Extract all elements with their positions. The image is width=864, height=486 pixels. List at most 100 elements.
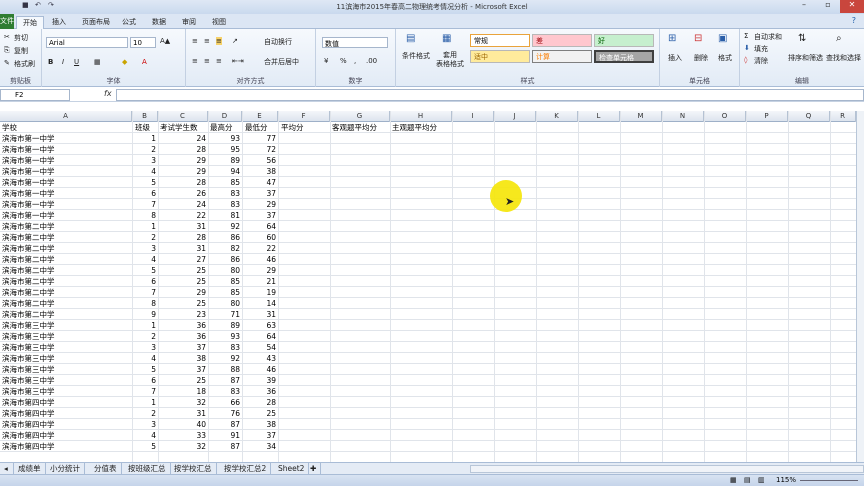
cell[interactable]: 36 [242, 386, 276, 397]
file-tab[interactable]: 文件 [0, 14, 14, 29]
cell[interactable]: 滨海市第三中学 [2, 331, 55, 342]
tab-page-layout[interactable]: 页面布局 [76, 16, 116, 29]
cell[interactable]: 滨海市第四中学 [2, 408, 55, 419]
align-center-icon[interactable]: ≡ [204, 57, 210, 65]
cell[interactable]: 5 [132, 177, 156, 188]
delete-cells-button[interactable]: 删除 [694, 53, 708, 63]
header-cell[interactable]: 主观题平均分 [392, 122, 437, 133]
cell[interactable]: 28 [158, 144, 206, 155]
cell[interactable]: 滨海市第二中学 [2, 232, 55, 243]
comma-icon[interactable]: , [354, 57, 356, 65]
normal-view-icon[interactable]: ▦ [730, 476, 737, 484]
cell[interactable]: 28 [158, 177, 206, 188]
cell[interactable]: 38 [242, 419, 276, 430]
column-header-n[interactable]: N [662, 111, 704, 122]
tab-insert[interactable]: 插入 [46, 16, 72, 29]
cell[interactable]: 滨海市第二中学 [2, 309, 55, 320]
cell[interactable]: 5 [132, 265, 156, 276]
cell[interactable]: 76 [208, 408, 240, 419]
cell[interactable]: 2 [132, 144, 156, 155]
cell[interactable]: 83 [208, 342, 240, 353]
cell[interactable]: 滨海市第一中学 [2, 177, 55, 188]
cell[interactable]: 1 [132, 133, 156, 144]
column-header-o[interactable]: O [704, 111, 746, 122]
cell[interactable]: 滨海市第三中学 [2, 386, 55, 397]
cell[interactable]: 18 [158, 386, 206, 397]
cell[interactable]: 1 [132, 221, 156, 232]
cell[interactable]: 77 [242, 133, 276, 144]
minimize-icon[interactable]: – [792, 0, 816, 13]
cell[interactable]: 92 [208, 221, 240, 232]
cell[interactable]: 38 [242, 166, 276, 177]
tab-review[interactable]: 审阅 [176, 16, 202, 29]
cell[interactable]: 19 [242, 287, 276, 298]
cell[interactable]: 85 [208, 287, 240, 298]
sum-icon[interactable]: Σ [744, 32, 748, 40]
cell[interactable]: 83 [208, 188, 240, 199]
formula-input[interactable] [116, 89, 864, 101]
align-right-icon[interactable]: ≡ [216, 57, 222, 65]
cell[interactable]: 22 [158, 210, 206, 221]
copy-button[interactable]: 复制 [14, 46, 28, 56]
cell[interactable]: 37 [242, 430, 276, 441]
cell[interactable]: 4 [132, 430, 156, 441]
cell[interactable]: 31 [158, 243, 206, 254]
cell[interactable]: 86 [208, 254, 240, 265]
cell[interactable]: 5 [132, 364, 156, 375]
header-cell[interactable]: 平均分 [281, 122, 304, 133]
style-neutral[interactable]: 适中 [470, 50, 530, 63]
cell[interactable]: 64 [242, 331, 276, 342]
brush-icon[interactable]: ✎ [4, 59, 10, 67]
column-header-b[interactable]: B [132, 111, 158, 122]
cell[interactable]: 25 [158, 298, 206, 309]
cell[interactable]: 32 [158, 397, 206, 408]
column-header-d[interactable]: D [208, 111, 242, 122]
column-header-l[interactable]: L [578, 111, 620, 122]
cell[interactable]: 85 [208, 177, 240, 188]
cell[interactable]: 9 [132, 309, 156, 320]
cell[interactable]: 39 [242, 375, 276, 386]
cell[interactable]: 36 [158, 320, 206, 331]
column-header-k[interactable]: K [536, 111, 578, 122]
format-cells-button[interactable]: 格式 [718, 53, 732, 63]
cell[interactable]: 86 [208, 232, 240, 243]
cell[interactable]: 24 [158, 133, 206, 144]
cell[interactable]: 滨海市第一中学 [2, 133, 55, 144]
cell[interactable]: 8 [132, 210, 156, 221]
cell[interactable]: 滨海市第三中学 [2, 342, 55, 353]
help-icon[interactable]: ? [852, 16, 856, 25]
cell[interactable]: 34 [242, 441, 276, 452]
cell[interactable]: 72 [242, 144, 276, 155]
cell[interactable]: 7 [132, 386, 156, 397]
column-header-i[interactable]: I [452, 111, 494, 122]
cell[interactable]: 3 [132, 419, 156, 430]
cell[interactable]: 4 [132, 166, 156, 177]
cell[interactable]: 32 [158, 441, 206, 452]
cell[interactable]: 31 [158, 221, 206, 232]
align-bottom-icon[interactable]: ≡ [216, 37, 222, 45]
cell[interactable]: 滨海市第三中学 [2, 320, 55, 331]
cell[interactable]: 6 [132, 188, 156, 199]
cell[interactable]: 29 [242, 265, 276, 276]
decimal-icon[interactable]: .00 [366, 57, 377, 65]
conditional-format-button[interactable]: 条件格式 [402, 51, 430, 61]
header-cell[interactable]: 班级 [135, 122, 150, 133]
cell[interactable]: 滨海市第一中学 [2, 199, 55, 210]
cell[interactable]: 80 [208, 265, 240, 276]
autosum-button[interactable]: 自动求和 [754, 32, 782, 42]
cell[interactable]: 14 [242, 298, 276, 309]
cell[interactable]: 2 [132, 408, 156, 419]
cell[interactable]: 1 [132, 320, 156, 331]
cell[interactable]: 6 [132, 375, 156, 386]
cell[interactable]: 29 [158, 287, 206, 298]
cell[interactable]: 91 [208, 430, 240, 441]
cell[interactable]: 89 [208, 155, 240, 166]
cell[interactable]: 88 [208, 364, 240, 375]
cell[interactable]: 93 [208, 331, 240, 342]
cell[interactable]: 89 [208, 320, 240, 331]
close-icon[interactable]: ✕ [840, 0, 864, 13]
column-header-m[interactable]: M [620, 111, 662, 122]
cell[interactable]: 92 [208, 353, 240, 364]
column-header-h[interactable]: H [390, 111, 452, 122]
cell[interactable]: 滨海市第二中学 [2, 254, 55, 265]
